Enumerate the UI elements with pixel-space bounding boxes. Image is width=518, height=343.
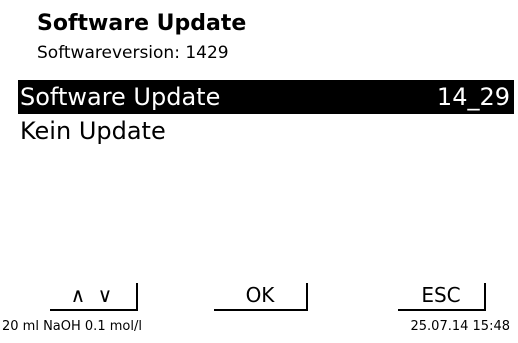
esc-softkey[interactable]: ESC [398,283,486,311]
menu-item-label: Software Update [20,83,221,111]
screen-title: Software Update [37,11,247,36]
menu-item-label: Kein Update [20,117,166,145]
software-version-label: Softwareversion: 1429 [37,43,229,63]
up-down-softkey[interactable]: ∧ ∨ [50,283,138,311]
reagent-status: 20 ml NaOH 0.1 mol/l [2,319,142,334]
menu-item-kein-update[interactable]: Kein Update [18,114,514,148]
menu-item-value: 14_29 [436,83,510,111]
date-time-status: 25.07.14 15:48 [410,319,511,334]
menu-item-software-update[interactable]: Software Update 14_29 [18,80,514,114]
ok-softkey[interactable]: OK [214,283,308,311]
